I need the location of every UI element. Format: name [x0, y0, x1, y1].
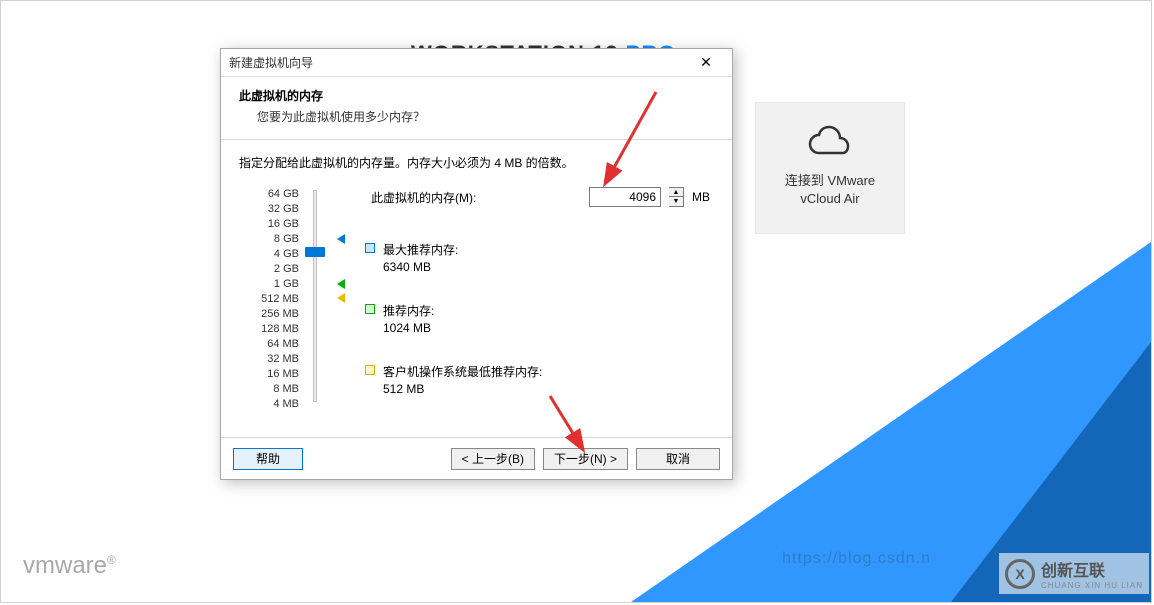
marker-min-icon [337, 293, 345, 303]
brand-logo-icon: X [1005, 559, 1035, 589]
dialog-header: 此虚拟机的内存 您要为此虚拟机使用多少内存？ [221, 77, 732, 140]
tick-label: 32 GB [249, 202, 299, 217]
memory-slider-area: 64 GB32 GB16 GB8 GB4 GB2 GB1 GB512 MB256… [239, 187, 714, 417]
tick-label: 512 MB [249, 292, 299, 307]
help-button[interactable]: 帮助 [233, 448, 303, 470]
legend-min-swatch [365, 365, 375, 375]
cloud-label: 连接到 VMware vCloud Air [756, 172, 904, 208]
vmware-logo: vmware® [23, 552, 116, 580]
tick-label: 16 GB [249, 217, 299, 232]
tick-label: 1 GB [249, 277, 299, 292]
next-button[interactable]: 下一步(N) > [543, 448, 628, 470]
tick-label: 16 MB [249, 367, 299, 382]
watermark-url: https://blog.csdn.n [782, 550, 931, 568]
titlebar: 新建虚拟机向导 ✕ [221, 49, 732, 77]
legend: 最大推荐内存: 6340 MB 推荐内存: 1024 MB 客户机操作系统最低推… [365, 241, 542, 424]
tick-label: 128 MB [249, 322, 299, 337]
tick-label: 256 MB [249, 307, 299, 322]
wizard-dialog: 新建虚拟机向导 ✕ 此虚拟机的内存 您要为此虚拟机使用多少内存？ 指定分配给此虚… [220, 48, 733, 480]
tick-label: 4 GB [249, 247, 299, 262]
legend-rec-swatch [365, 304, 375, 314]
header-subtitle: 您要为此虚拟机使用多少内存？ [257, 108, 714, 125]
marker-rec-icon [337, 279, 345, 289]
tick-label: 64 GB [249, 187, 299, 202]
tick-labels: 64 GB32 GB16 GB8 GB4 GB2 GB1 GB512 MB256… [249, 187, 299, 412]
legend-max: 最大推荐内存: 6340 MB [365, 241, 542, 274]
cloud-icon [807, 125, 853, 157]
slider-thumb[interactable] [305, 247, 325, 257]
dialog-body: 指定分配给此虚拟机的内存量。内存大小必须为 4 MB 的倍数。 此虚拟机的内存(… [221, 140, 732, 427]
brand-watermark: X 创新互联 CHUANG XIN HU LIAN [999, 553, 1149, 594]
instruction-text: 指定分配给此虚拟机的内存量。内存大小必须为 4 MB 的倍数。 [239, 154, 714, 171]
tick-label: 64 MB [249, 337, 299, 352]
dialog-footer: 帮助 < 上一步(B) 下一步(N) > 取消 [221, 437, 732, 479]
legend-max-swatch [365, 243, 375, 253]
legend-min: 客户机操作系统最低推荐内存: 512 MB [365, 363, 542, 396]
header-title: 此虚拟机的内存 [239, 87, 714, 104]
cancel-button[interactable]: 取消 [636, 448, 720, 470]
tick-label: 4 MB [249, 397, 299, 412]
marker-max-icon [337, 234, 345, 244]
tick-label: 8 MB [249, 382, 299, 397]
tick-label: 8 GB [249, 232, 299, 247]
dialog-title: 新建虚拟机向导 [229, 54, 313, 71]
slider-track[interactable] [313, 190, 317, 402]
tick-label: 32 MB [249, 352, 299, 367]
tick-label: 2 GB [249, 262, 299, 277]
close-button[interactable]: ✕ [686, 52, 726, 74]
back-button[interactable]: < 上一步(B) [451, 448, 535, 470]
cloud-card[interactable]: 连接到 VMware vCloud Air [755, 102, 905, 234]
legend-rec: 推荐内存: 1024 MB [365, 302, 542, 335]
